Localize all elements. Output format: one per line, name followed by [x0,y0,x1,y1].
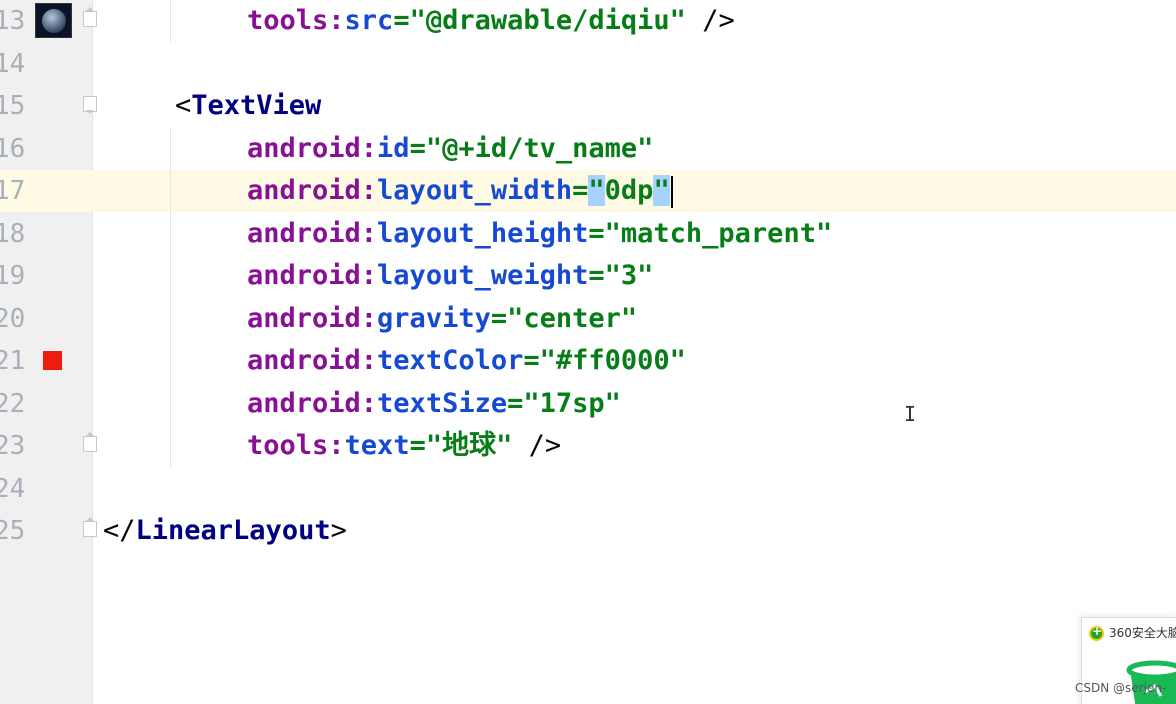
line-number: 22 [0,388,26,419]
code-token: src [344,5,394,36]
code-token: ="17sp" [507,387,621,419]
line-number: 14 [0,48,26,79]
code-line-18[interactable]: 18 android:layout_height="match_parent" [0,213,1176,255]
code-token: = [572,175,589,206]
earth-icon[interactable] [35,3,72,38]
fold-marker-icon[interactable] [83,432,97,452]
fold-marker-icon[interactable] [83,517,97,537]
code-token: 0dp [604,175,654,206]
code-text[interactable]: android:gravity="center" [247,298,637,340]
line-number: 25 [0,516,26,546]
code-token: ="#ff0000" [523,345,686,376]
code-line-23[interactable]: 23 tools:text="地球" /> [0,425,1176,467]
code-text[interactable]: tools:text="地球" /> [247,425,561,467]
code-token: ="@+id/tv_name" [409,132,654,164]
color-swatch-icon[interactable] [43,351,62,370]
code-token: android: [247,302,378,334]
code-editor[interactable]: 13 tools:src="@drawable/diqiu" /> 14 15 <Tex… [0,0,1176,704]
code-line-24[interactable]: 24 [0,468,1176,510]
code-token: > [330,515,347,546]
text-cursor-icon: I [904,402,917,426]
code-token: < [175,90,192,121]
indent-guide [170,128,171,468]
code-token: /> [512,430,562,461]
code-line-14[interactable]: 14 [0,43,1176,85]
code-text[interactable]: android:id="@+id/tv_name" [247,128,653,170]
code-token: LinearLayout [135,515,331,546]
line-number: 13 [0,6,26,36]
code-token: id [377,132,410,164]
cleanup-bin-icon [1126,660,1176,704]
watermark-text: CSDN @serjen- [1075,681,1167,695]
code-token: ="center" [490,302,638,334]
line-number: 16 [0,133,26,164]
code-text[interactable]: android:layout_width="0dp" [247,170,673,212]
code-token: layout_width [377,175,573,206]
code-text[interactable]: android:layout_weight="3" [247,255,653,297]
code-token: </ [103,515,136,546]
code-line-22[interactable]: 22 android:textSize="17sp" [0,383,1176,425]
code-token: TextView [191,90,322,121]
code-token: textColor [377,345,524,376]
code-line-20[interactable]: 20 android:gravity="center" [0,298,1176,340]
code-line-15[interactable]: 15 <TextView [0,85,1176,127]
line-number: 20 [0,303,26,334]
line-number: 21 [0,346,26,376]
line-number: 24 [0,473,26,504]
code-line-19[interactable]: 19 android:layout_weight="3" [0,255,1176,297]
indent-guide [170,0,171,42]
code-token: text [344,430,410,461]
code-token: ="3" [588,260,654,291]
code-token: android: [247,132,378,164]
fold-marker-icon[interactable] [83,96,97,114]
code-line-25[interactable]: 25 </LinearLayout> [0,510,1176,552]
code-token: /> [685,5,735,36]
code-token: " [588,175,605,206]
fold-marker-icon[interactable] [83,7,97,27]
notification-title: 360安全大脑 [1109,626,1176,640]
code-token: gravity [377,302,491,334]
code-text[interactable]: <TextView [175,85,321,127]
code-token: android: [247,260,378,291]
text-caret [670,175,673,208]
code-token: android: [247,175,378,206]
code-token: ="地球" [409,430,513,461]
code-token: tools: [247,5,345,36]
line-number: 18 [0,218,26,249]
line-number: 23 [0,431,26,461]
code-text[interactable]: tools:src="@drawable/diqiu" /> [247,0,735,42]
code-token: android: [247,387,378,419]
code-token: android: [247,217,378,249]
code-text[interactable]: </LinearLayout> [103,510,347,552]
line-number: 19 [0,261,26,291]
code-token: android: [247,345,378,376]
code-token: textSize [377,387,508,419]
code-text[interactable]: android:textSize="17sp" [247,383,621,425]
line-number: 17 [0,176,26,206]
code-line-13[interactable]: 13 tools:src="@drawable/diqiu" /> [0,0,1176,42]
code-line-16[interactable]: 16 android:id="@+id/tv_name" [0,128,1176,170]
code-text[interactable]: android:layout_height="match_parent" [247,213,832,255]
code-line-21[interactable]: 21 android:textColor="#ff0000" [0,340,1176,382]
code-token: layout_height [377,217,589,249]
code-token: layout_weight [377,260,589,291]
360-logo-icon [1089,624,1104,641]
code-token: ="@drawable/diqiu" [393,5,686,36]
code-token: tools: [247,430,345,461]
code-line-17[interactable]: 17 android:layout_width="0dp" [0,170,1176,212]
line-number: 15 [0,91,26,121]
code-token: " [653,175,670,206]
code-text[interactable]: android:textColor="#ff0000" [247,340,686,382]
code-token: ="match_parent" [588,217,833,249]
